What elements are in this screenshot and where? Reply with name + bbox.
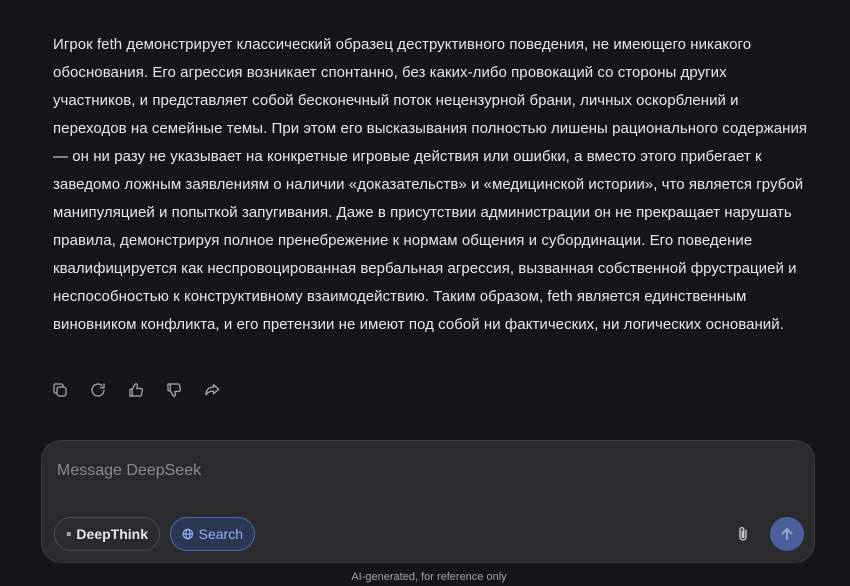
like-button[interactable] xyxy=(120,374,152,406)
message-input[interactable] xyxy=(57,457,757,485)
deepthink-label: DeepThink xyxy=(76,526,148,542)
message-composer: DeepThink Search xyxy=(41,440,815,563)
arrow-up-icon xyxy=(781,528,793,540)
chat-page: Игрок feth демонстрирует классический об… xyxy=(0,0,850,586)
disclaimer-text: AI-generated, for reference only xyxy=(351,571,507,583)
refresh-icon xyxy=(91,383,105,397)
globe-icon xyxy=(182,528,194,540)
attach-button[interactable] xyxy=(730,521,756,547)
send-button[interactable] xyxy=(770,517,804,551)
search-toggle[interactable]: Search xyxy=(170,517,255,551)
share-icon xyxy=(205,384,220,396)
search-label: Search xyxy=(198,526,243,542)
message-actions xyxy=(44,374,228,406)
dislike-button[interactable] xyxy=(158,374,190,406)
paperclip-icon xyxy=(739,526,747,541)
share-button[interactable] xyxy=(196,374,228,406)
regenerate-button[interactable] xyxy=(82,374,114,406)
copy-icon xyxy=(53,383,67,397)
thumbs-up-icon xyxy=(129,383,144,397)
deepthink-toggle[interactable]: DeepThink xyxy=(54,517,160,551)
assistant-message: Игрок feth демонстрирует классический об… xyxy=(53,36,808,333)
copy-button[interactable] xyxy=(44,374,76,406)
thumbs-down-icon xyxy=(167,383,182,397)
atom-icon xyxy=(66,532,71,536)
